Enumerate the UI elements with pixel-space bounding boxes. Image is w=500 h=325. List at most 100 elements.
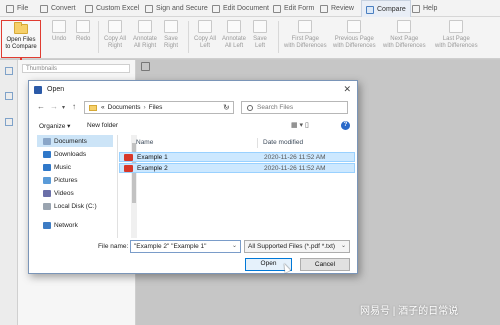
edit-form-icon [273,4,281,13]
navigation-row: ← → ▾ ↑ « Documents › Files ⌄ ↻ Search F… [29,100,357,117]
nav-item-local-disk[interactable]: Local Disk (C:) [37,200,113,212]
help-icon[interactable]: ? [341,121,350,130]
next-page-differences-button[interactable]: Next Page with Differences [383,20,426,50]
ribbon-tabbar: File Convert Custom Excel Sign and Secur… [0,0,500,18]
copy-left-icon [198,20,212,33]
sign-icon [145,4,153,13]
dialog-titlebar: Open ✕ [29,81,357,98]
nav-item-pictures[interactable]: Pictures [37,174,113,186]
column-date-modified[interactable]: Date modified [263,139,303,146]
navigation-pane: Documents Downloads Music Pictures Video… [37,135,117,235]
undo-icon [52,20,67,33]
dialog-title: Open [47,86,65,93]
search-input[interactable]: Search Files [241,101,348,114]
previous-page-icon [347,20,362,33]
pdf-file-icon [124,154,133,161]
review-icon [320,4,328,13]
breadcrumb-separator: › [143,104,146,111]
folder-icon [14,22,28,34]
column-name[interactable]: Name [136,139,153,146]
cancel-button[interactable]: Cancel [300,258,350,271]
save-right-icon [164,20,178,33]
file-icon [6,4,14,13]
convert-icon [40,4,48,13]
downloads-icon [43,150,51,158]
compare-icon [366,5,374,14]
annotate-all-right-button[interactable]: Annotate All Right [133,20,157,50]
open-dialog: Open ✕ ← → ▾ ↑ « Documents › Files ⌄ ↻ S… [28,80,358,274]
drive-icon [43,202,51,210]
previous-page-differences-button[interactable]: Previous Page with Differences [333,20,376,50]
file-row[interactable]: Example 2 2020-11-26 11:52 AM [119,163,355,173]
recent-locations-icon[interactable]: ▾ [62,104,65,111]
organize-menu[interactable]: Organize ▾ [39,122,70,130]
forward-arrow-icon[interactable]: → [50,102,58,111]
home-icon[interactable] [141,62,150,71]
up-arrow-icon[interactable]: ↑ [72,102,76,111]
copy-all-left-button[interactable]: Copy All Left [194,20,216,50]
ribbon: Undo Redo Copy All Right Annotate All Ri… [0,17,500,59]
close-icon[interactable]: ✕ [343,85,351,94]
first-page-icon [298,20,313,33]
last-page-icon [449,20,464,33]
folder-icon [89,104,97,111]
tab-edit-document[interactable]: Edit Document [212,0,269,17]
tab-custom-excel[interactable]: Custom Excel [85,0,139,17]
pictures-icon [43,176,51,184]
save-right-button[interactable]: Save Right [164,20,178,50]
file-name-input[interactable]: "Example 2" "Example 1" ⌄ [130,240,241,253]
tab-sign-and-secure[interactable]: Sign and Secure [145,0,208,17]
save-left-icon [253,20,267,33]
tab-edit-form[interactable]: Edit Form [273,0,314,17]
redo-icon [76,20,91,33]
breadcrumb-files[interactable]: Files [149,104,163,111]
nav-item-documents[interactable]: Documents [37,135,113,147]
tab-help[interactable]: Help [412,0,437,17]
chevron-down-icon[interactable]: ⌄ [232,241,237,252]
tab-convert[interactable]: Convert [40,0,76,17]
tab-review[interactable]: Review [320,0,354,17]
last-page-differences-button[interactable]: Last Page with Differences [435,20,478,50]
new-folder-button[interactable]: New folder [87,122,118,129]
back-arrow-icon[interactable]: ← [37,102,45,111]
bookmark-panel-icon[interactable] [5,92,13,100]
left-tool-strip [0,60,18,325]
annotate-right-icon [138,20,153,33]
tab-file[interactable]: File [6,0,28,17]
thumbnails-panel-icon[interactable] [5,67,13,75]
address-bar[interactable]: « Documents › Files ⌄ [84,101,234,114]
undo-button[interactable]: Undo [52,20,66,43]
tab-compare[interactable]: Compare [361,0,411,18]
help-tab-icon [412,4,420,13]
save-left-button[interactable]: Save Left [253,20,267,50]
path-prefix: « [101,104,105,111]
thumbnails-header: Thumbnails [22,64,130,73]
excel-icon [85,4,93,13]
app-icon [34,85,42,94]
ribbon-separator [98,21,99,53]
nav-item-videos[interactable]: Videos [37,187,113,199]
first-page-differences-button[interactable]: First Page with Differences [284,20,327,50]
nav-item-music[interactable]: Music [37,161,113,173]
file-row[interactable]: Example 1 2020-11-26 11:52 AM [119,152,355,162]
nav-item-downloads[interactable]: Downloads [37,148,113,160]
breadcrumb-documents[interactable]: Documents [108,104,141,111]
view-options-icon[interactable]: ▦ ▾ ▯ [291,121,309,129]
pages-panel-icon[interactable] [5,118,13,126]
pdf-file-icon [124,165,133,172]
command-bar: Organize ▾ New folder ▦ ▾ ▯ ? [29,119,357,133]
file-name-label: File name: [98,243,129,250]
refresh-icon[interactable]: ↻ [223,103,230,112]
open-files-to-compare-button[interactable]: Open Files to Compare [1,20,41,58]
search-icon [247,104,253,111]
nav-item-network[interactable]: Network [37,219,113,231]
annotate-all-left-button[interactable]: Annotate All Left [222,20,246,50]
file-type-select[interactable]: All Supported Files (*.pdf *.txt) ⌄ [244,240,350,253]
videos-icon [43,189,51,197]
copy-right-icon [108,20,122,33]
copy-all-right-button[interactable]: Copy All Right [104,20,126,50]
edit-document-icon [212,4,220,13]
column-separator[interactable] [257,138,258,148]
pane-divider [117,135,118,238]
redo-button[interactable]: Redo [76,20,90,43]
